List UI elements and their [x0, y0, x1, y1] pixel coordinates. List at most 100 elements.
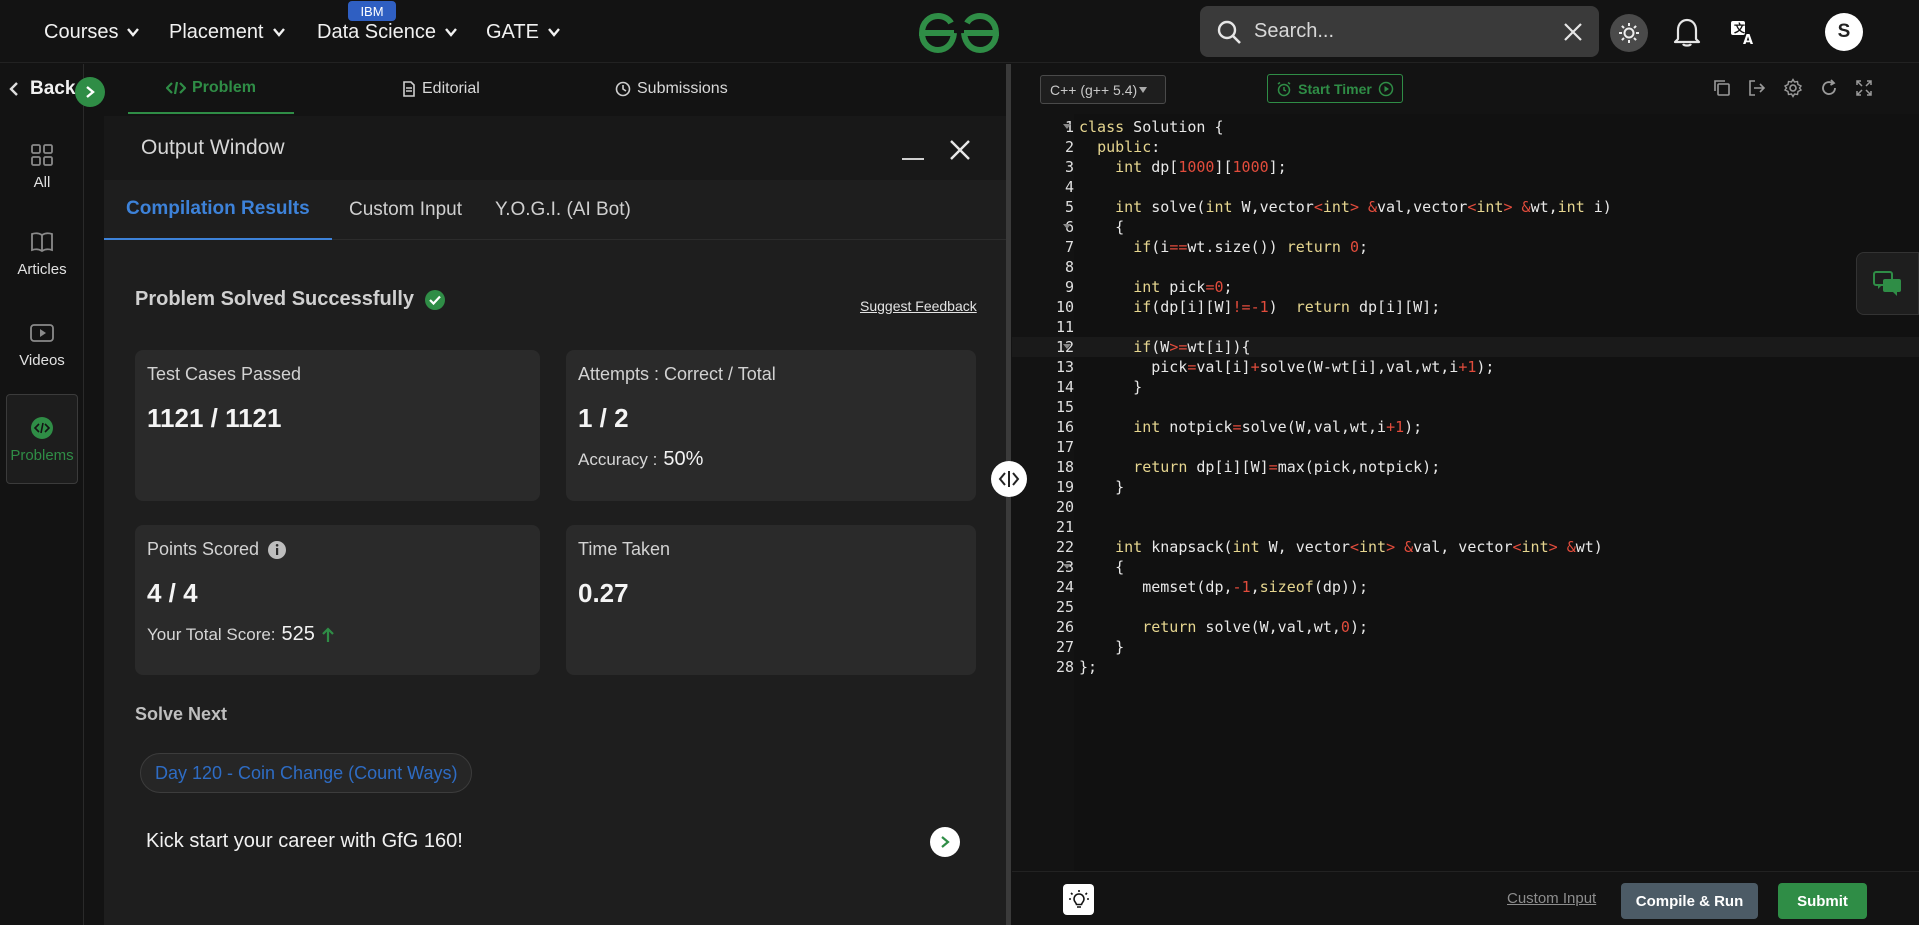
code-line-text: { [1079, 558, 1125, 576]
code-line[interactable]: 14 } [1012, 377, 1919, 397]
sidebar-item-articles[interactable]: Articles [6, 208, 78, 298]
editor-toolbar: C++ (g++ 5.4) Start Timer [1012, 64, 1919, 114]
copy-icon[interactable] [1712, 78, 1732, 98]
code-line-text: int knapsack(int W, vector<int> &val, ve… [1115, 538, 1603, 556]
grid-icon [31, 143, 53, 166]
tests-passed-value: 1121 / 1121 [147, 403, 282, 433]
nav-courses[interactable]: Courses [44, 18, 140, 46]
fold-arrow-icon[interactable] [1063, 124, 1071, 129]
code-line[interactable]: 11 [1012, 317, 1919, 337]
chevron-down-icon [445, 28, 457, 37]
code-line[interactable]: 1 class Solution { [1012, 117, 1919, 137]
fold-arrow-icon[interactable] [1063, 344, 1071, 349]
code-line-text: } [1079, 378, 1143, 396]
sidebar-item-all-label: All [33, 173, 51, 191]
language-select[interactable]: C++ (g++ 5.4) [1040, 75, 1166, 104]
clear-search-icon[interactable] [1563, 22, 1583, 42]
code-line[interactable]: 23 { [1012, 557, 1919, 577]
tab-editorial[interactable]: Editorial [402, 64, 480, 114]
fold-arrow-icon[interactable] [1063, 224, 1071, 229]
code-line[interactable]: 25 [1012, 597, 1919, 617]
code-line[interactable]: 7 if(i==wt.size()) return 0; [1012, 237, 1919, 257]
code-editor[interactable]: 1 class Solution {2 public: 3 int dp[1000]… [1012, 114, 1919, 871]
info-icon[interactable] [267, 540, 287, 560]
code-line[interactable]: 2 public: [1012, 137, 1919, 157]
code-line-text: { [1079, 218, 1125, 236]
minimize-icon[interactable] [902, 158, 924, 160]
tab-submissions[interactable]: Submissions [615, 64, 728, 114]
nav-data-science[interactable]: Data Science [317, 18, 458, 46]
fullscreen-icon[interactable] [1854, 78, 1874, 98]
search-input[interactable] [1254, 20, 1551, 43]
code-line[interactable]: 16 int notpick=solve(W,val,wt,i+1); [1012, 417, 1919, 437]
code-icon [165, 81, 186, 95]
translate-icon[interactable]: 文 A [1729, 18, 1757, 46]
code-line[interactable]: 6 { [1012, 217, 1919, 237]
next-problem-chip[interactable]: Day 120 - Coin Change (Count Ways) [140, 753, 473, 793]
custom-input-link[interactable]: Custom Input [1507, 890, 1596, 907]
line-number: 8 [1064, 258, 1074, 276]
sidebar-item-videos[interactable]: Videos [6, 299, 78, 389]
code-line[interactable]: 15 [1012, 397, 1919, 417]
gfg-logo-icon[interactable] [918, 12, 1000, 54]
user-avatar[interactable]: S [1825, 13, 1863, 51]
line-number: 27 [1055, 638, 1074, 656]
kickstart-arrow-button[interactable] [930, 827, 960, 857]
code-line[interactable]: 17 [1012, 437, 1919, 457]
submit-button[interactable]: Submit [1778, 883, 1867, 919]
import-icon[interactable] [1747, 78, 1767, 98]
points-label-row: Points Scored [147, 539, 528, 560]
tab-compilation-results[interactable]: Compilation Results [104, 180, 332, 240]
reset-icon[interactable] [1819, 78, 1839, 98]
settings-gear-icon[interactable] [1783, 78, 1803, 98]
tests-passed-card: Test Cases Passed 1121 / 1121 [135, 350, 540, 501]
code-line[interactable]: 21 [1012, 517, 1919, 537]
notification-bell-icon[interactable] [1672, 16, 1702, 48]
line-number: 4 [1064, 178, 1074, 196]
code-line[interactable]: 18 return dp[i][W]=max(pick,notpick); [1012, 457, 1919, 477]
kickstart-banner-text[interactable]: Kick start your career with GfG 160! [146, 830, 463, 853]
code-line[interactable]: 13 pick=val[i]+solve(W-wt[i],val,wt,i+1)… [1012, 357, 1919, 377]
tab-custom-input[interactable]: Custom Input [327, 180, 484, 240]
code-line[interactable]: 12 if(W>=wt[i]){ [1012, 337, 1919, 357]
sidebar-item-all[interactable]: All [6, 121, 78, 211]
code-line[interactable]: 9 int pick=0; [1012, 277, 1919, 297]
code-line[interactable]: 3 int dp[1000][1000]; [1012, 157, 1919, 177]
code-line[interactable]: 4 [1012, 177, 1919, 197]
start-timer-button[interactable]: Start Timer [1267, 74, 1403, 103]
code-line[interactable]: 22 int knapsack(int W, vector<int> &val,… [1012, 537, 1919, 557]
code-line[interactable]: 5 int solve(int W,vector<int> &val,vecto… [1012, 197, 1919, 217]
nav-gate[interactable]: GATE [486, 18, 561, 46]
line-number: 16 [1055, 418, 1074, 436]
nav-placement[interactable]: Placement [169, 18, 286, 46]
line-number: 14 [1055, 378, 1074, 396]
code-line[interactable]: 10 if(dp[i][W]!=-1) return dp[i][W]; [1012, 297, 1919, 317]
code-line-text: public: [1097, 138, 1161, 156]
code-line[interactable]: 8 [1012, 257, 1919, 277]
problem-tabs: Problem Editorial Submissions [84, 64, 1006, 114]
back-button[interactable]: Back [8, 78, 75, 100]
suggest-feedback-link[interactable]: Suggest Feedback [860, 298, 977, 314]
code-line[interactable]: 19 } [1012, 477, 1919, 497]
expand-sidebar-button[interactable] [75, 77, 105, 107]
document-icon [403, 81, 415, 97]
compile-run-button[interactable]: Compile & Run [1621, 883, 1758, 919]
code-line[interactable]: 20 [1012, 497, 1919, 517]
tab-problem-label: Problem [191, 79, 256, 96]
sidebar-item-problems[interactable]: Problems [6, 394, 78, 484]
chat-widget-button[interactable] [1856, 252, 1919, 315]
code-line[interactable]: 26 return solve(W,val,wt,0); [1012, 617, 1919, 637]
code-line[interactable]: 28}; [1012, 657, 1919, 677]
tab-problem[interactable]: Problem [128, 64, 294, 114]
resize-handle[interactable] [991, 461, 1027, 497]
theme-toggle-button[interactable] [1610, 14, 1648, 52]
close-icon[interactable] [948, 138, 972, 162]
nav-placement-label: Placement [169, 20, 264, 43]
code-line[interactable]: 24 memset(dp,-1,sizeof(dp)); [1012, 577, 1919, 597]
code-line[interactable]: 27 } [1012, 637, 1919, 657]
search-bar[interactable] [1200, 6, 1599, 57]
tab-yogi-ai-bot[interactable]: Y.O.G.I. (AI Bot) [473, 180, 653, 240]
accuracy-row: Accuracy : 50% [578, 448, 964, 471]
hint-button[interactable] [1063, 884, 1094, 915]
fold-arrow-icon[interactable] [1063, 564, 1071, 569]
